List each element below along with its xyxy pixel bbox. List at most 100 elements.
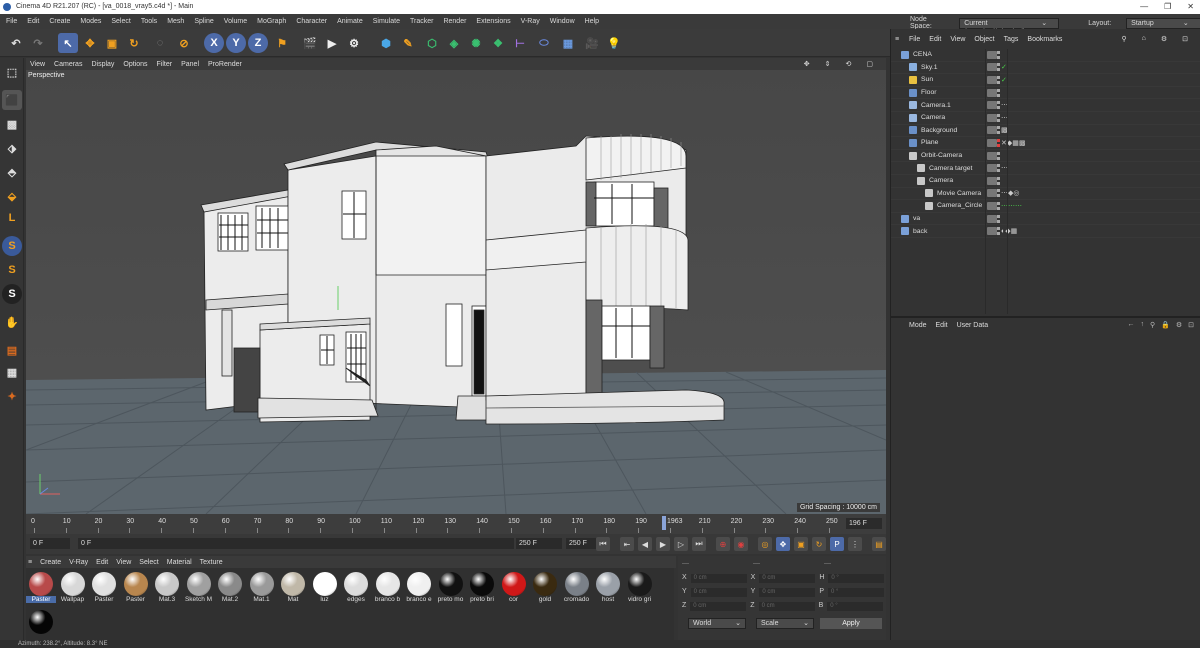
viewport-menu-item[interactable]: Filter <box>157 61 173 68</box>
layer-flag[interactable] <box>987 75 997 84</box>
key-param-icon[interactable]: P <box>830 537 844 551</box>
key-scale-icon[interactable]: ▣ <box>794 537 808 551</box>
solo-icon[interactable]: S <box>2 284 22 304</box>
rotate-view-icon[interactable]: ⟲ <box>846 60 852 68</box>
up-arrow-icon[interactable]: ↑ <box>1140 321 1144 329</box>
minimize-icon[interactable]: — <box>1140 0 1148 14</box>
current-frame-field[interactable]: 196 F <box>846 518 882 529</box>
material-swatch[interactable]: host <box>593 570 623 603</box>
material-swatch[interactable]: branco e <box>404 570 434 603</box>
points-mode-icon[interactable]: ⬗ <box>2 138 22 158</box>
new-window-icon[interactable]: ⊡ <box>1188 321 1194 329</box>
select-tool-icon[interactable]: ↖ <box>58 33 78 53</box>
visibility-dots[interactable] <box>997 88 1000 97</box>
object-menu-item[interactable]: Object <box>974 36 994 43</box>
layer-flag[interactable] <box>987 50 997 59</box>
light-icon[interactable]: 💡 <box>604 33 624 53</box>
coord-value-field[interactable]: 0 cm <box>690 574 747 583</box>
object-menu-item[interactable]: View <box>950 36 965 43</box>
menu-item[interactable]: Mesh <box>167 18 184 25</box>
rotate-tool-icon[interactable]: ↻ <box>124 33 144 53</box>
coord-value-field[interactable]: 0 cm <box>690 588 747 597</box>
attribute-menu-item[interactable]: Mode <box>909 322 927 329</box>
coord-value-field[interactable]: 0 ° <box>828 574 885 583</box>
model-mode-icon[interactable]: ⬛ <box>2 90 22 110</box>
material-swatch[interactable] <box>26 608 56 634</box>
y-axis-icon[interactable]: Y <box>226 33 246 53</box>
key-selection-icon[interactable]: ◎ <box>758 537 772 551</box>
material-swatch[interactable]: cromado <box>562 570 592 603</box>
environment-icon[interactable]: ⬭ <box>534 33 554 53</box>
menu-item[interactable]: Simulate <box>373 18 400 25</box>
snap-icon[interactable]: S <box>2 236 22 256</box>
menu-item[interactable]: Spline <box>194 18 213 25</box>
zoom-icon[interactable]: ⇕ <box>825 60 831 68</box>
search-icon[interactable]: ⚲ <box>1121 35 1126 43</box>
perspective-viewport[interactable]: Perspective Grid Spacing : 10000 cm <box>26 70 886 514</box>
menu-item[interactable]: Modes <box>80 18 101 25</box>
material-swatch[interactable]: Mat.2 <box>215 570 245 603</box>
record-keys-icon[interactable]: ⊕ <box>716 537 730 551</box>
layer-flag[interactable] <box>987 88 997 97</box>
layer-flag[interactable] <box>987 176 997 185</box>
min-frame-field[interactable]: 0 F <box>78 538 514 549</box>
max-frame-field[interactable]: 250 F <box>566 538 596 549</box>
autokey-icon[interactable]: ◉ <box>734 537 748 551</box>
layer-flag[interactable] <box>987 189 997 198</box>
object-row[interactable]: Camera_Circle ⋯⋯⋯ <box>891 200 1200 213</box>
coordinate-system-icon[interactable]: ⚑ <box>272 33 292 53</box>
material-menu-item[interactable]: View <box>116 559 131 566</box>
viewport-menu-item[interactable]: Options <box>123 61 147 68</box>
polygons-mode-icon[interactable]: ⬙ <box>2 186 22 206</box>
object-tag-icon[interactable]: ◐◆▦ <box>1001 227 1017 235</box>
make-editable-icon[interactable]: ⬚ <box>2 62 22 82</box>
undo-icon[interactable]: ↶ <box>6 33 26 53</box>
render-picture-viewer-icon[interactable]: ▶ <box>322 33 342 53</box>
menu-item[interactable]: Help <box>585 18 599 25</box>
layer-flag[interactable] <box>987 214 997 223</box>
z-axis-icon[interactable]: Z <box>248 33 268 53</box>
object-row[interactable]: Camera target ⋯ <box>891 162 1200 175</box>
node-space-dropdown[interactable]: Current (Standard/Physical) ⌄ <box>959 17 1060 36</box>
layer-flag[interactable] <box>987 164 997 173</box>
object-row[interactable]: CENA <box>891 49 1200 62</box>
key-rotation-icon[interactable]: ↻ <box>812 537 826 551</box>
camera-icon[interactable]: 🎥 <box>582 33 602 53</box>
menu-item[interactable]: File <box>6 18 17 25</box>
floor-icon[interactable]: ▦ <box>558 33 578 53</box>
back-arrow-icon[interactable]: ← <box>1127 321 1134 329</box>
visibility-dots[interactable] <box>997 176 1000 185</box>
material-menu-item[interactable]: Texture <box>200 559 223 566</box>
coord-value-field[interactable]: 0 cm <box>759 588 816 597</box>
texture-view-icon[interactable]: ✦ <box>2 386 22 406</box>
menu-item[interactable]: Volume <box>224 18 247 25</box>
object-tag-icon[interactable]: ✓ <box>1001 76 1007 84</box>
visibility-dots[interactable] <box>997 151 1000 160</box>
layer-flag[interactable] <box>987 227 997 236</box>
layout-dropdown[interactable]: Startup ⌄ <box>1126 17 1200 29</box>
visibility-dots[interactable] <box>997 101 1000 110</box>
visibility-dots[interactable] <box>997 126 1000 135</box>
apply-button[interactable]: Apply <box>820 618 882 629</box>
visibility-dots[interactable] <box>997 164 1000 173</box>
coord-value-field[interactable]: 0 cm <box>690 602 747 611</box>
key-pla-icon[interactable]: ⋮ <box>848 537 862 551</box>
render-settings-icon[interactable]: ⚙ <box>344 33 364 53</box>
material-swatch[interactable]: Mat <box>278 570 308 603</box>
visibility-dots[interactable] <box>997 214 1000 223</box>
grid-icon[interactable]: ▦ <box>2 362 22 382</box>
object-row[interactable]: Plane ✕◆▦▩ <box>891 137 1200 150</box>
object-row[interactable]: Floor <box>891 87 1200 100</box>
viewport-menu-item[interactable]: View <box>30 61 45 68</box>
new-window-icon[interactable]: ⊡ <box>1182 35 1188 43</box>
visibility-dots[interactable] <box>997 201 1000 210</box>
coord-value-field[interactable]: 0 ° <box>827 602 884 611</box>
render-view-icon[interactable]: 🎬 <box>300 33 320 53</box>
object-row[interactable]: Camera <box>891 175 1200 188</box>
settings-icon[interactable]: ⚙ <box>1176 321 1182 329</box>
coord-value-field[interactable]: 0 ° <box>828 588 885 597</box>
x-axis-icon[interactable]: X <box>204 33 224 53</box>
object-row[interactable]: va <box>891 213 1200 226</box>
menu-item[interactable]: Window <box>550 18 575 25</box>
material-menu-item[interactable]: Edit <box>96 559 108 566</box>
